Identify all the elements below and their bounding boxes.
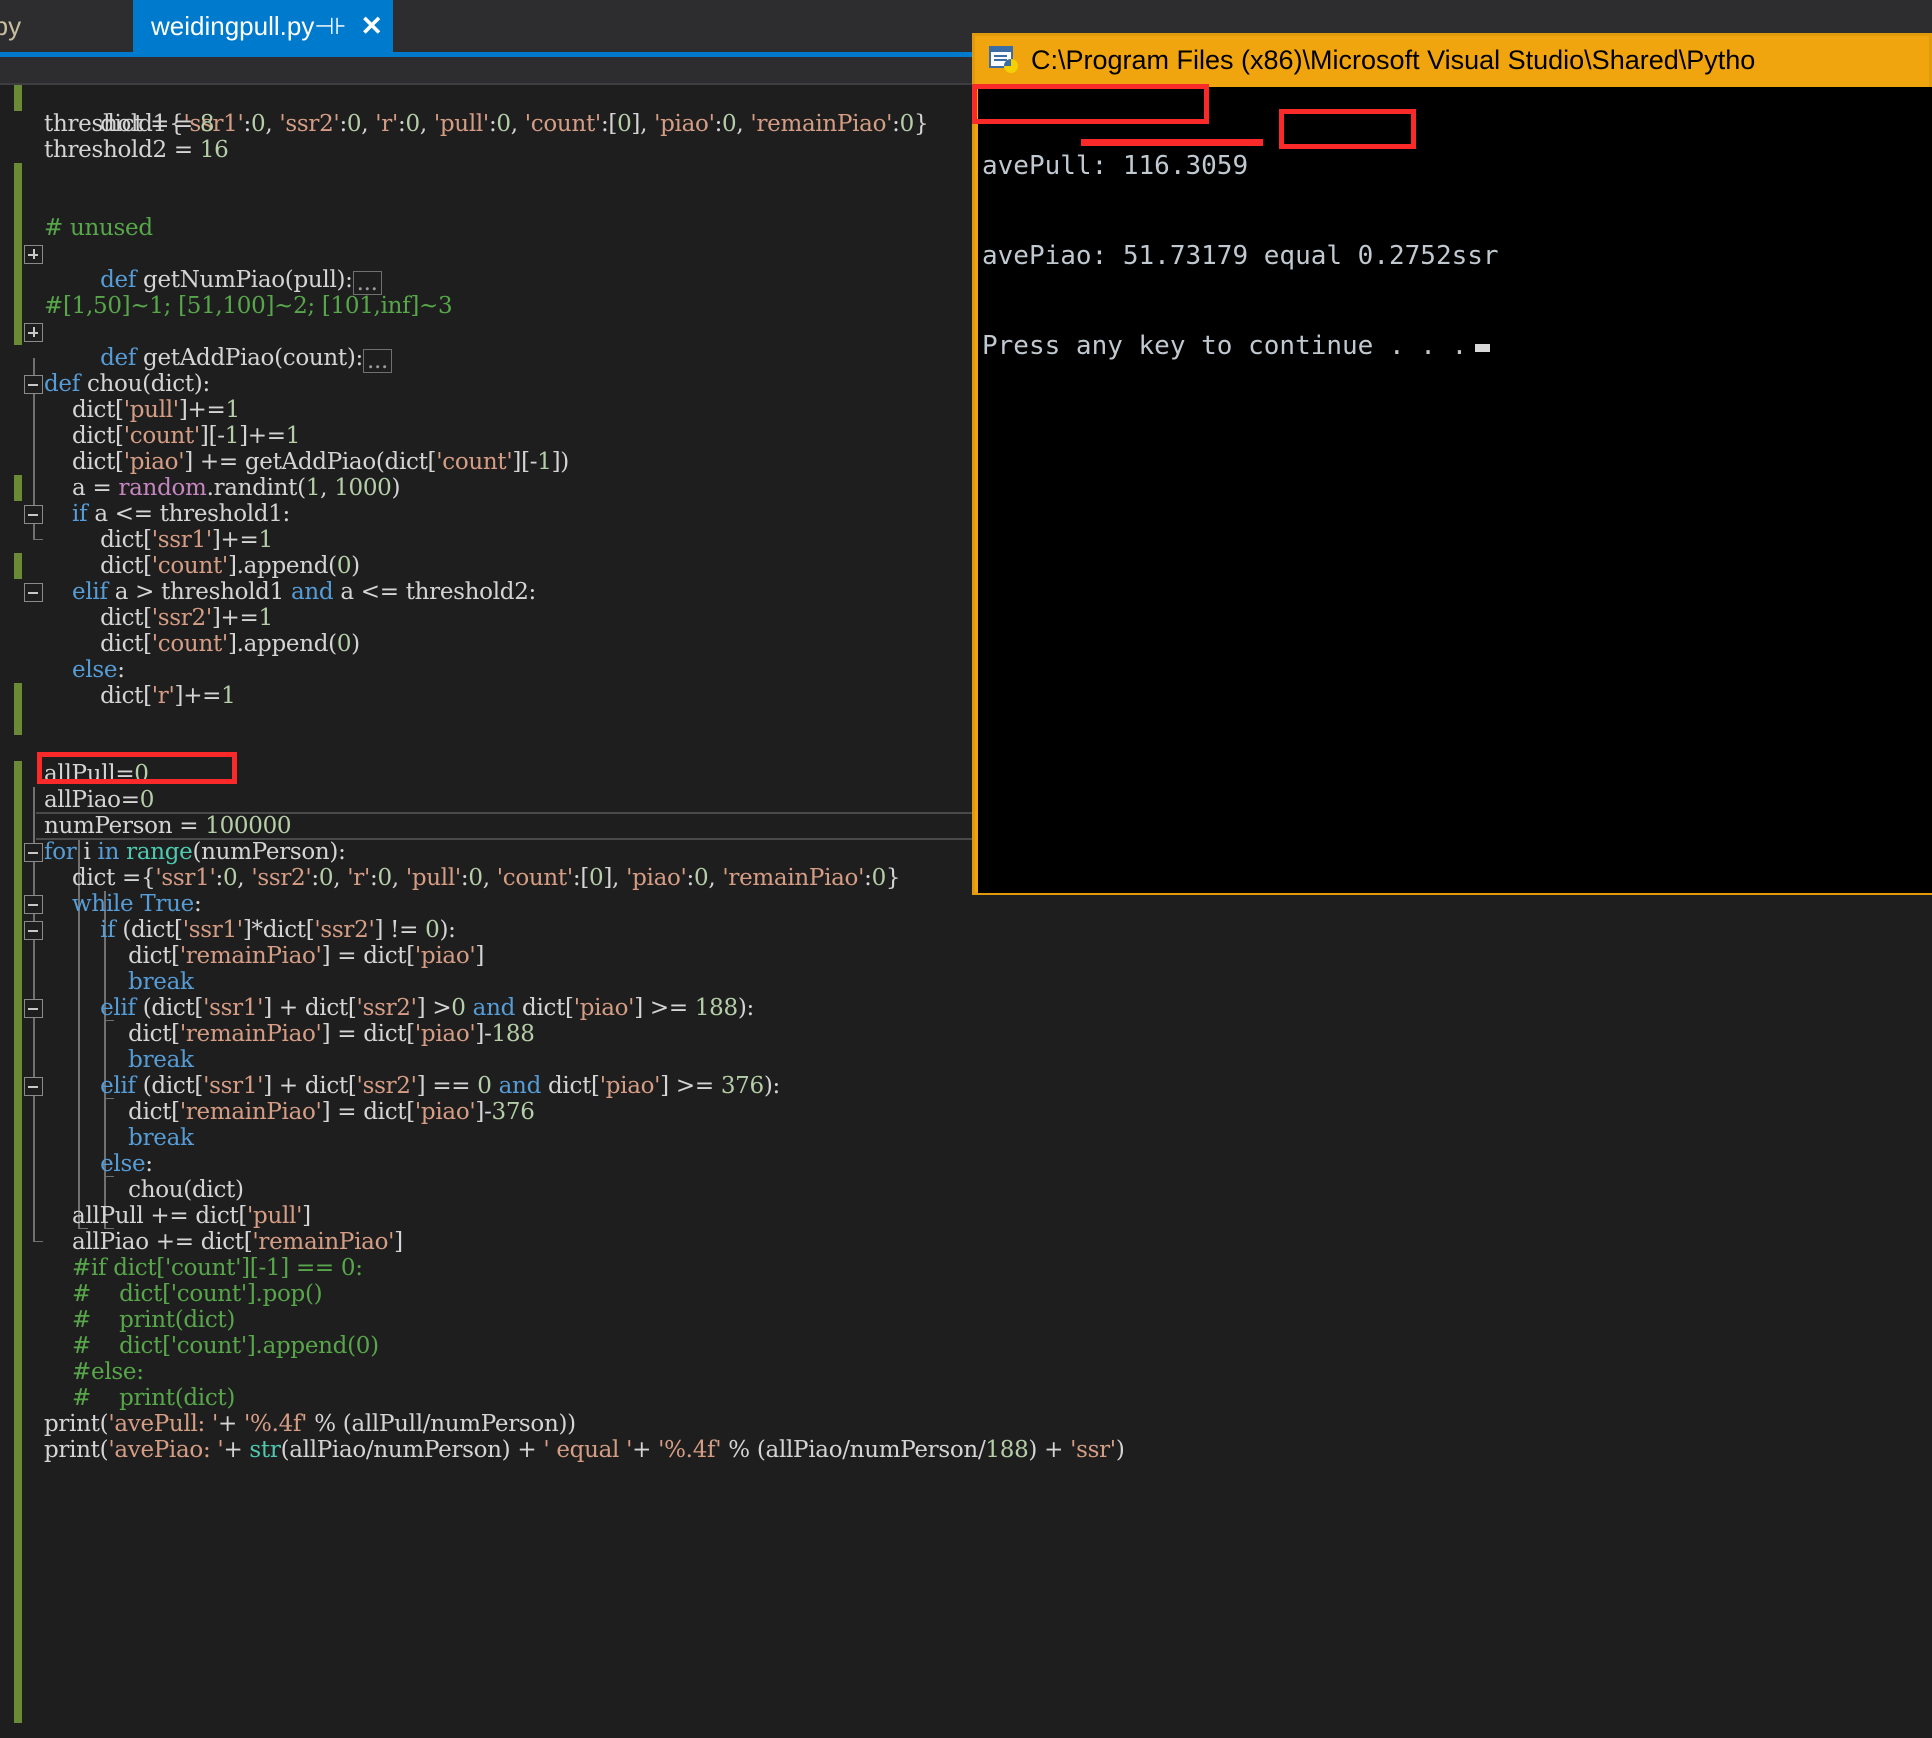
code-line: allPiao += dict['remainPiao'] (0, 1229, 403, 1255)
console-cursor (1475, 344, 1490, 352)
close-icon[interactable]: ✕ (360, 13, 383, 40)
code-line: print('avePiao: '+ str(allPiao/numPerson… (0, 1437, 1125, 1463)
code-line: dict['piao'] += getAddPiao(dict['count']… (0, 449, 569, 475)
code-line: dict['count'].append(0) (0, 631, 360, 657)
code-line: dict['remainPiao'] = dict['piao']-188 (0, 1021, 535, 1047)
collapsed-region-box[interactable]: ... (353, 271, 382, 295)
code-line: # unused (0, 215, 153, 241)
code-line: dict['remainPiao'] = dict['piao']-376 (0, 1099, 535, 1125)
tab-weidingpullpy[interactable]: weidingpull.py ⊣⊦ ✕ (133, 0, 393, 53)
code-line-numperson: numPerson = 100000 (0, 813, 291, 839)
code-line: #if dict['count'][-1] == 0: (0, 1255, 363, 1281)
collapse-region-icon[interactable] (24, 843, 43, 862)
code-line: break (0, 969, 194, 995)
console-window[interactable]: C:\Program Files (x86)\Microsoft Visual … (972, 33, 1932, 895)
code-line: dict['count'][-1]+=1 (0, 423, 300, 449)
expand-region-icon[interactable] (24, 323, 43, 342)
code-line (0, 163, 44, 189)
collapse-region-icon[interactable] (24, 999, 43, 1018)
collapsed-region-box[interactable]: ... (363, 349, 392, 373)
console-titlebar[interactable]: C:\Program Files (x86)\Microsoft Visual … (975, 36, 1929, 84)
code-line-collapsed-def: def getAddPiao(count):... (0, 319, 392, 345)
expand-region-icon[interactable] (24, 245, 43, 264)
code-line: dict['remainPiao'] = dict['piao'] (0, 943, 484, 969)
code-line (0, 267, 44, 293)
tab-label: weidingpull.py (151, 11, 314, 42)
code-line: # print(dict) (0, 1385, 235, 1411)
console-line: avePiao: 51.73179 equal 0.2752ssr (982, 241, 1932, 271)
code-line: break (0, 1125, 194, 1151)
code-line: # print(dict) (0, 1307, 235, 1333)
code-line: allPull=0 (0, 761, 149, 787)
code-line-collapsed-def: def getNumPiao(pull):... (0, 241, 382, 267)
code-line: dict['ssr2']+=1 (0, 605, 273, 631)
tab-label: 2.py (0, 11, 21, 42)
code-line: dict['pull']+=1 (0, 397, 240, 423)
code-line: elif (dict['ssr1'] + dict['ssr2'] >0 and… (0, 995, 754, 1021)
pin-icon[interactable]: ⊣⊦ (314, 15, 346, 38)
code-line: # dict['count'].append(0) (0, 1333, 379, 1359)
code-line: # dict['count'].pop() (0, 1281, 322, 1307)
code-line: else: (0, 657, 125, 683)
tab-icon-group: ⊣⊦ ✕ (314, 13, 399, 40)
collapse-region-icon[interactable] (24, 895, 43, 914)
code-line: allPull += dict['pull'] (0, 1203, 311, 1229)
code-line: dict['count'].append(0) (0, 553, 360, 579)
code-line: threshold1 = 8 (0, 111, 214, 137)
code-line: chou(dict) (0, 1177, 244, 1203)
code-line (0, 709, 44, 735)
code-line: dict ={'ssr1':0, 'ssr2':0, 'r':0, 'pull'… (0, 85, 928, 111)
code-line: a = random.randint(1, 1000) (0, 475, 400, 501)
console-output: avePull: 116.3059 avePiao: 51.73179 equa… (978, 87, 1932, 893)
console-line-with-cursor: Press any key to continue . . . (982, 331, 1932, 361)
console-line: avePull: 116.3059 (982, 151, 1932, 181)
code-line: break (0, 1047, 194, 1073)
tab-2py[interactable]: 2.py (0, 0, 35, 53)
code-line: dict['r']+=1 (0, 683, 236, 709)
python-console-icon (989, 45, 1019, 75)
collapse-region-icon[interactable] (24, 921, 43, 940)
collapse-region-icon[interactable] (24, 1077, 43, 1096)
code-line (0, 735, 44, 761)
collapse-region-icon[interactable] (24, 505, 43, 524)
code-line: #[1,50]~1; [51,100]~2; [101,inf]~3 (0, 293, 452, 319)
code-line (0, 345, 44, 371)
code-line: print('avePull: '+ '%.4f' % (allPull/num… (0, 1411, 576, 1437)
collapse-region-icon[interactable] (24, 375, 43, 394)
code-line: else: (0, 1151, 153, 1177)
console-line-text: Press any key to continue . . . (982, 331, 1467, 361)
code-line: elif a > threshold1 and a <= threshold2: (0, 579, 536, 605)
code-line: if (dict['ssr1']*dict['ssr2'] != 0): (0, 917, 456, 943)
code-line (0, 189, 44, 215)
collapse-region-icon[interactable] (24, 583, 43, 602)
code-line: dict ={'ssr1':0, 'ssr2':0, 'r':0, 'pull'… (0, 865, 900, 891)
code-line: threshold2 = 16 (0, 137, 229, 163)
code-line: allPiao=0 (0, 787, 154, 813)
code-line: if a <= threshold1: (0, 501, 290, 527)
code-line: for i in range(numPerson): (0, 839, 346, 865)
code-line: elif (dict['ssr1'] + dict['ssr2'] == 0 a… (0, 1073, 780, 1099)
console-title-text: C:\Program Files (x86)\Microsoft Visual … (1031, 45, 1755, 76)
code-line: dict['ssr1']+=1 (0, 527, 273, 553)
code-line: #else: (0, 1359, 144, 1385)
